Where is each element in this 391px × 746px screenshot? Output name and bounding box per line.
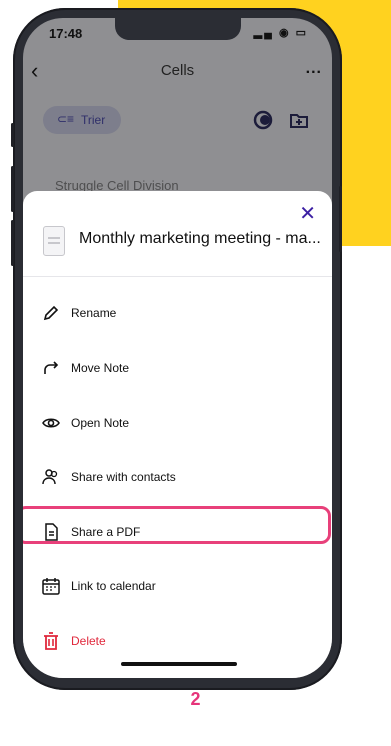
document-icon [45, 523, 58, 541]
note-title: Monthly marketing meeting - ma... [79, 230, 321, 247]
side-button [11, 166, 14, 212]
menu-item-label: Delete [71, 634, 106, 648]
menu-item-rename[interactable]: Rename [23, 293, 332, 333]
page-title: Cells [160, 62, 195, 79]
menu-item-label: Rename [71, 306, 117, 320]
menu-item-share-pdf[interactable]: Share a PDF [23, 506, 332, 552]
menu-item-delete[interactable]: Delete [23, 621, 332, 661]
menu-item-link-calendar[interactable]: Link to calendar [23, 566, 332, 606]
action-sheet: ✕ Monthly marketing meeting - ma... Rena… [23, 191, 332, 678]
menu-item-label: Link to calendar [71, 579, 156, 593]
status-icons: ▂▄ ◉ ▭ [253, 27, 308, 39]
menu-item-share-contacts[interactable]: Share with contacts [23, 457, 332, 497]
sort-label: Trier [81, 113, 106, 127]
more-options-icon[interactable]: ... [306, 60, 322, 78]
contacts-icon [42, 469, 58, 485]
side-button [11, 220, 14, 266]
nav-bar: ‹ Cells ... [23, 58, 332, 88]
sort-button[interactable]: ⊂≡ Trier [43, 106, 121, 134]
divider [23, 276, 332, 277]
menu-item-move-note[interactable]: Move Note [23, 348, 332, 388]
calendar-icon [42, 578, 60, 595]
menu-item-label: Share with contacts [71, 470, 176, 484]
eye-icon [42, 418, 60, 428]
sort-icon: ⊂≡ [57, 112, 75, 126]
pencil-icon [43, 305, 59, 321]
menu-item-open-note[interactable]: Open Note [23, 403, 332, 443]
trash-icon [44, 632, 58, 650]
notch [115, 18, 241, 40]
home-indicator[interactable] [121, 662, 237, 666]
note-document-icon [43, 226, 65, 256]
menu-item-label: Share a PDF [71, 525, 141, 539]
close-icon[interactable]: ✕ [299, 201, 316, 226]
highlight-frame [23, 506, 331, 544]
status-time: 17:48 [49, 26, 83, 41]
menu-item-label: Move Note [71, 361, 130, 375]
step-number: 2 [190, 689, 201, 709]
redo-arrow-icon [44, 361, 59, 374]
menu-item-label: Open Note [71, 416, 130, 430]
phone-screen: 17:48 ▂▄ ◉ ▭ ‹ Cells ... ⊂≡ Trier Strugg… [23, 18, 332, 678]
add-folder-icon[interactable] [285, 106, 313, 134]
side-button [339, 186, 342, 252]
side-button [11, 123, 14, 147]
sync-icon[interactable] [249, 106, 277, 134]
